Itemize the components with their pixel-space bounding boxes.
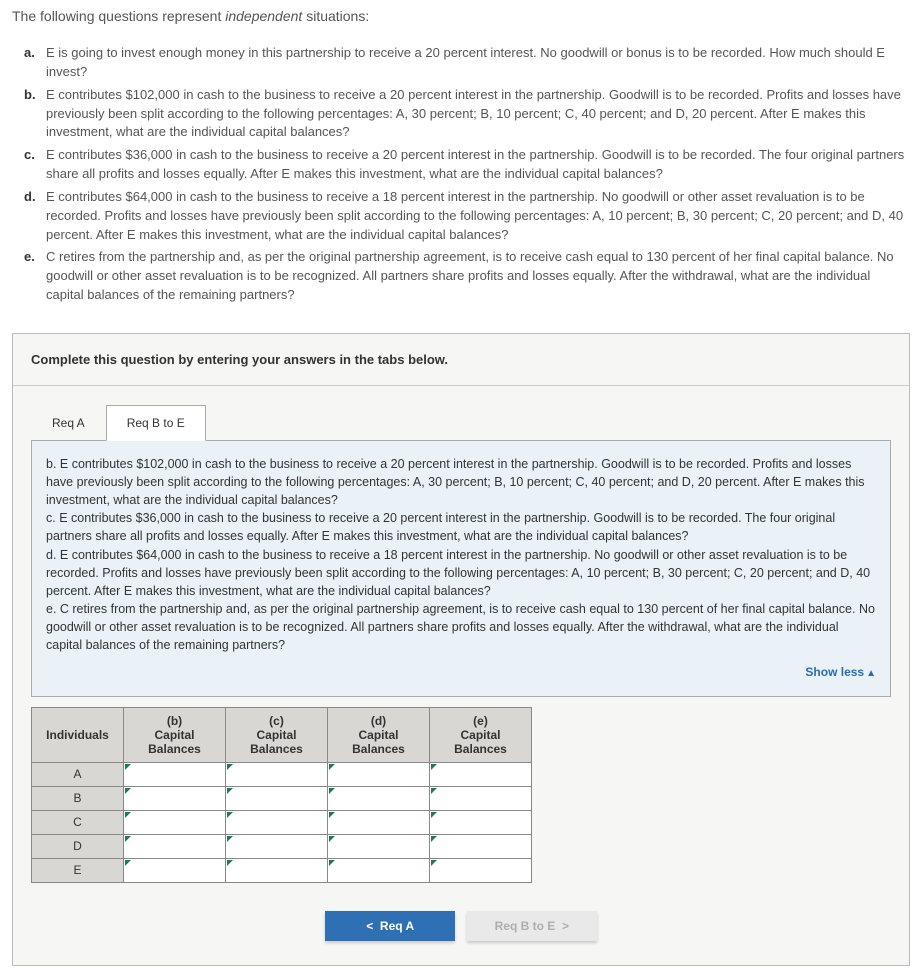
question-item: d.E contributes $64,000 in cash to the b… bbox=[30, 188, 910, 245]
cell-edit-icon bbox=[329, 812, 335, 818]
input-cell[interactable] bbox=[328, 834, 430, 858]
question-item: a.E is going to invest enough money in t… bbox=[30, 44, 910, 82]
cell-edit-icon bbox=[227, 812, 233, 818]
cell-edit-icon bbox=[329, 860, 335, 866]
cell-edit-icon bbox=[125, 812, 131, 818]
input-cell[interactable] bbox=[226, 858, 328, 882]
cell-edit-icon bbox=[431, 788, 437, 794]
cell-edit-icon bbox=[125, 836, 131, 842]
answer-instruction: Complete this question by entering your … bbox=[13, 334, 909, 386]
tab-req-b-to-e[interactable]: Req B to E bbox=[106, 405, 206, 441]
input-cell[interactable] bbox=[430, 810, 532, 834]
table-row: E bbox=[32, 858, 532, 882]
prev-button[interactable]: < Req A bbox=[325, 911, 455, 941]
tab-panel-req-b-to-e: b. E contributes $102,000 in cash to the… bbox=[31, 440, 891, 697]
input-cell[interactable] bbox=[430, 858, 532, 882]
cell-edit-icon bbox=[125, 860, 131, 866]
answer-container: Complete this question by entering your … bbox=[12, 333, 910, 966]
panel-text-d: d. E contributes $64,000 in cash to the … bbox=[46, 546, 876, 600]
input-cell[interactable] bbox=[430, 786, 532, 810]
table-row: B bbox=[32, 786, 532, 810]
panel-text-c: c. E contributes $36,000 in cash to the … bbox=[46, 509, 876, 545]
question-item: c.E contributes $36,000 in cash to the b… bbox=[30, 146, 910, 184]
input-cell[interactable] bbox=[328, 810, 430, 834]
cell-edit-icon bbox=[227, 764, 233, 770]
nav-buttons: < Req A Req B to E > bbox=[13, 899, 909, 965]
chevron-left-icon: < bbox=[366, 919, 373, 933]
row-label: D bbox=[32, 834, 124, 858]
capital-balances-table: Individuals (b)Capital Balances (c)Capit… bbox=[31, 707, 532, 883]
tab-req-a[interactable]: Req A bbox=[31, 405, 106, 441]
th-col-d: (d)Capital Balances bbox=[328, 707, 430, 762]
question-item: e.C retires from the partnership and, as… bbox=[30, 248, 910, 305]
input-cell[interactable] bbox=[124, 834, 226, 858]
input-cell[interactable] bbox=[124, 810, 226, 834]
input-cell[interactable] bbox=[226, 786, 328, 810]
input-cell[interactable] bbox=[430, 762, 532, 786]
input-cell[interactable] bbox=[124, 786, 226, 810]
th-col-c: (c)Capital Balances bbox=[226, 707, 328, 762]
cell-edit-icon bbox=[431, 764, 437, 770]
cell-edit-icon bbox=[431, 812, 437, 818]
cell-edit-icon bbox=[227, 788, 233, 794]
cell-edit-icon bbox=[431, 860, 437, 866]
question-item: b.E contributes $102,000 in cash to the … bbox=[30, 86, 910, 143]
tab-bar: Req A Req B to E bbox=[13, 386, 909, 440]
chevron-up-icon: ▲ bbox=[866, 668, 876, 679]
panel-text-b: b. E contributes $102,000 in cash to the… bbox=[46, 455, 876, 509]
cell-edit-icon bbox=[125, 764, 131, 770]
table-row: C bbox=[32, 810, 532, 834]
input-cell[interactable] bbox=[226, 762, 328, 786]
table-row: A bbox=[32, 762, 532, 786]
cell-edit-icon bbox=[227, 836, 233, 842]
input-cell[interactable] bbox=[226, 810, 328, 834]
cell-edit-icon bbox=[125, 788, 131, 794]
input-cell[interactable] bbox=[328, 762, 430, 786]
input-cell[interactable] bbox=[226, 834, 328, 858]
cell-edit-icon bbox=[431, 836, 437, 842]
panel-text-e: e. C retires from the partnership and, a… bbox=[46, 600, 876, 654]
cell-edit-icon bbox=[329, 764, 335, 770]
row-label: B bbox=[32, 786, 124, 810]
th-col-b: (b)Capital Balances bbox=[124, 707, 226, 762]
input-cell[interactable] bbox=[328, 858, 430, 882]
th-individuals: Individuals bbox=[32, 707, 124, 762]
table-row: D bbox=[32, 834, 532, 858]
input-cell[interactable] bbox=[124, 762, 226, 786]
row-label: A bbox=[32, 762, 124, 786]
cell-edit-icon bbox=[329, 788, 335, 794]
next-button[interactable]: Req B to E > bbox=[467, 911, 597, 941]
question-list: a.E is going to invest enough money in t… bbox=[12, 44, 910, 305]
input-cell[interactable] bbox=[430, 834, 532, 858]
input-cell[interactable] bbox=[328, 786, 430, 810]
intro-text: The following questions represent indepe… bbox=[12, 8, 910, 24]
cell-edit-icon bbox=[227, 860, 233, 866]
row-label: C bbox=[32, 810, 124, 834]
chevron-right-icon: > bbox=[562, 919, 569, 933]
input-cell[interactable] bbox=[124, 858, 226, 882]
th-col-e: (e)Capital Balances bbox=[430, 707, 532, 762]
cell-edit-icon bbox=[329, 836, 335, 842]
show-less-toggle[interactable]: Show less▲ bbox=[46, 664, 876, 682]
row-label: E bbox=[32, 858, 124, 882]
